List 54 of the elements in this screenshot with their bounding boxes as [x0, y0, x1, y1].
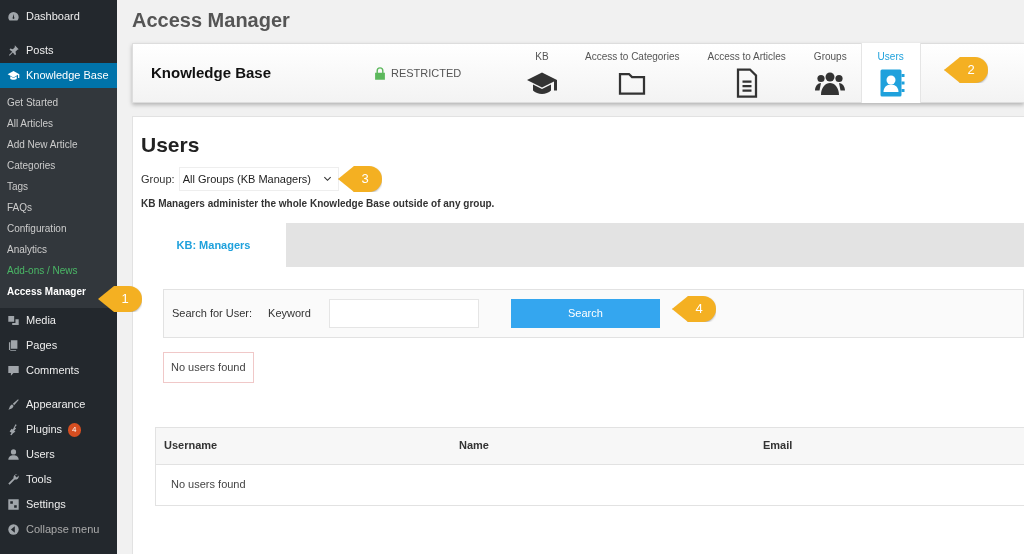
table-cell-text: No users found — [170, 477, 247, 493]
status-label: RESTRICTED — [391, 65, 462, 81]
paintbrush-icon — [7, 398, 20, 411]
sidebar-item[interactable]: Tools — [0, 467, 117, 492]
sidebar-item[interactable]: Dashboard — [0, 4, 117, 29]
page-title: Access Manager — [132, 8, 291, 33]
user-icon — [7, 448, 20, 461]
sidebar-item[interactable]: Settings — [0, 492, 117, 517]
search-label: Search for User: — [172, 306, 253, 322]
header-tab[interactable]: Groups — [799, 43, 861, 103]
header-tab[interactable]: KB — [513, 43, 571, 103]
notice-message: No users found — [163, 352, 254, 383]
submenu-item[interactable]: All Articles — [0, 113, 61, 134]
sidebar-item[interactable]: Knowledge Base — [0, 63, 117, 88]
sidebar-item[interactable]: Collapse menu — [0, 517, 117, 542]
sidebar-item[interactable]: Posts — [0, 38, 117, 63]
media-icon — [7, 314, 20, 327]
submenu-item[interactable]: Configuration — [0, 218, 74, 239]
column-header: Username — [163, 438, 219, 454]
submenu-item[interactable]: Categories — [0, 155, 63, 176]
submenu-item[interactable]: Add-ons / News — [0, 260, 85, 281]
column-header: Email — [763, 438, 793, 454]
chevron-down-icon — [323, 174, 333, 184]
submenu-item[interactable]: Add New Article — [0, 134, 85, 155]
pages-icon — [7, 339, 20, 352]
description-text: KB Managers administer the whole Knowledge Base outside of any group. — [141, 197, 496, 211]
sidebar-item[interactable]: Appearance — [0, 392, 117, 417]
graduation-cap-icon — [7, 69, 20, 82]
submenu-item[interactable]: Tags — [0, 176, 36, 197]
column-header: Name — [459, 438, 490, 454]
sidebar-item[interactable]: Plugins 4 — [0, 417, 117, 442]
keyword-field[interactable] — [328, 299, 479, 328]
submenu-item[interactable]: Get Started — [0, 92, 66, 113]
header-tab[interactable]: Access to Articles — [693, 43, 800, 103]
group-select[interactable]: All Groups (KB Managers) — [178, 166, 340, 191]
keyword-label: Keyword — [268, 306, 311, 322]
sidebar-item[interactable]: Pages — [0, 333, 117, 358]
speech-bubble-icon — [7, 364, 20, 377]
submenu-item[interactable]: Analytics — [0, 239, 54, 260]
product-title: Knowledge Base — [150, 62, 273, 83]
sidebar-item[interactable]: Users — [0, 442, 117, 467]
group-label: Group: — [141, 171, 175, 187]
sidebar-item[interactable]: Comments — [0, 358, 117, 383]
section-heading: Users — [141, 132, 201, 158]
collapse-icon — [7, 523, 20, 536]
pin-icon — [7, 44, 20, 57]
count-badge: 4 — [68, 422, 81, 437]
wrench-icon — [7, 473, 20, 486]
lock-icon — [373, 65, 387, 81]
settings-icon — [7, 498, 20, 511]
submenu-item[interactable]: Access Manager — [0, 281, 93, 302]
gauge-icon — [7, 10, 20, 23]
header-tab[interactable]: Access to Categories — [571, 43, 694, 103]
submenu-item[interactable]: FAQs — [0, 197, 39, 218]
